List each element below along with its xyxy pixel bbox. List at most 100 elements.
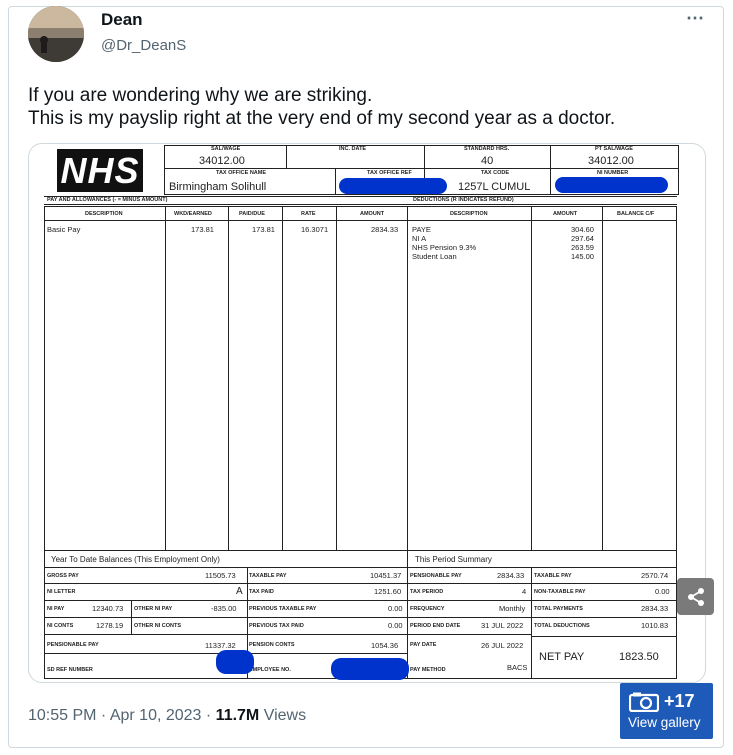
tweet-text-line-2: This is my payslip right at the very end… xyxy=(28,108,616,129)
taxable-pay-value: 10451.37 xyxy=(370,571,402,580)
pay-row-description: Basic Pay xyxy=(47,225,81,234)
deduction-amount: 297.64 xyxy=(571,234,594,243)
total-payments-value: 2834.33 xyxy=(641,604,669,613)
pay-method-label: PAY METHOD xyxy=(410,667,446,673)
tax-code-label: TAX CODE xyxy=(481,170,510,176)
ni-letter-label: NI LETTER xyxy=(47,589,76,595)
tax-office-name-value: Birmingham Solihull xyxy=(169,181,267,193)
net-pay-label: NET PAY xyxy=(539,651,585,663)
payslip-image[interactable]: NHS SAL/WAGE 34012.00 INC. DATE STANDARD… xyxy=(28,143,706,683)
sal-wage-value: 34012.00 xyxy=(199,155,245,167)
payslip: NHS SAL/WAGE 34012.00 INC. DATE STANDARD… xyxy=(41,144,679,680)
pay-section-label: PAY AND ALLOWANCES (- = MINUS AMOUNT) xyxy=(47,197,168,203)
deduction-amount: 263.59 xyxy=(571,243,594,252)
ded-col-balance: BALANCE C/F xyxy=(617,211,655,217)
gross-pay-label: GROSS PAY xyxy=(47,573,79,579)
tax-code-value: 1257L CUMUL xyxy=(458,181,531,193)
pay-date-label: PAY DATE xyxy=(410,642,437,648)
more-options-icon[interactable]: ⋯ xyxy=(686,8,705,29)
taxable-pay-label: TAXABLE PAY xyxy=(249,573,287,579)
tax-office-name-label: TAX OFFICE NAME xyxy=(216,170,267,176)
pay-col-description: DESCRIPTION xyxy=(85,211,123,217)
timestamp[interactable]: 10:55 PM · Apr 10, 2023 · xyxy=(28,707,216,724)
gallery-count: +17 xyxy=(664,691,695,711)
non-taxable-value: 0.00 xyxy=(655,587,670,596)
period-end-label: PERIOD END DATE xyxy=(410,623,461,629)
sd-ref-label: SD REF NUMBER xyxy=(47,667,93,673)
deduction-desc: NI A xyxy=(412,234,427,243)
deduction-desc: PAYE xyxy=(412,225,431,234)
standard-hrs-value: 40 xyxy=(481,155,494,167)
pay-row-paid: 173.81 xyxy=(252,225,275,234)
pension-conts-label: PENSION CONTS xyxy=(249,642,295,648)
tax-office-ref-label: TAX OFFICE REF xyxy=(367,170,412,176)
inc-date-label: INC. DATE xyxy=(339,146,367,152)
prev-tax-value: 0.00 xyxy=(388,621,403,630)
pay-date-value: 26 JUL 2022 xyxy=(481,641,524,650)
pay-col-paid-due: PAID/DUE xyxy=(239,211,265,217)
ni-pay-value: 12340.73 xyxy=(92,604,124,613)
tweet-text-line-1: If you are wondering why we are striking… xyxy=(28,85,373,106)
tax-period-value: 4 xyxy=(522,587,527,596)
pay-row-rate: 16.3071 xyxy=(301,225,329,234)
prev-taxable-value: 0.00 xyxy=(388,604,403,613)
pt-sal-wage-label: PT SAL/WAGE xyxy=(595,146,633,152)
ni-conts-value: 1278.19 xyxy=(96,621,124,630)
pay-col-rate: RATE xyxy=(301,211,316,217)
other-ni-pay-value: -835.00 xyxy=(211,604,237,613)
pay-method-value: BACS xyxy=(507,663,528,672)
nhs-logo: NHS xyxy=(57,149,143,192)
deductions-section-label: DEDUCTIONS (R INDICATES REFUND) xyxy=(413,197,514,203)
pay-row-amount: 2834.33 xyxy=(371,225,399,234)
sal-wage-label: SAL/WAGE xyxy=(211,146,241,152)
tweet-text: If you are wondering why we are striking… xyxy=(28,84,615,130)
camera-icon xyxy=(629,692,659,712)
period-end-value: 31 JUL 2022 xyxy=(481,621,524,630)
deduction-amount: 145.00 xyxy=(571,252,594,261)
redaction-sd-ref xyxy=(216,650,254,674)
ni-number-label: NI NUMBER xyxy=(597,170,629,176)
gross-pay-value: 11505.73 xyxy=(205,571,236,580)
prev-tax-label: PREVIOUS TAX PAID xyxy=(249,623,304,629)
avatar[interactable] xyxy=(28,6,84,62)
ytd-title: Year To Date Balances (This Employment O… xyxy=(51,555,220,564)
frequency-label: FREQUENCY xyxy=(410,606,445,612)
total-payments-label: TOTAL PAYMENTS xyxy=(534,606,583,612)
deduction-desc: Student Loan xyxy=(412,252,457,261)
view-gallery-button[interactable]: +17 View gallery xyxy=(620,683,713,739)
ni-letter-value: A xyxy=(236,586,243,597)
author-handle[interactable]: @Dr_DeanS xyxy=(101,37,186,54)
gallery-label: View gallery xyxy=(628,715,701,730)
share-icon xyxy=(687,587,704,606)
period-title: This Period Summary xyxy=(415,555,492,564)
net-pay-value: 1823.50 xyxy=(619,651,659,663)
deduction-amount: 304.60 xyxy=(571,225,594,234)
ni-conts-label: NI CONTS xyxy=(47,623,74,629)
pt-sal-wage-value: 34012.00 xyxy=(588,155,634,167)
deduction-desc: NHS Pension 9.3% xyxy=(412,243,477,252)
ded-col-description: DESCRIPTION xyxy=(450,211,488,217)
share-button[interactable] xyxy=(677,578,714,615)
period-taxable-label: TAXABLE PAY xyxy=(534,573,572,579)
period-pensionable-value: 2834.33 xyxy=(497,571,525,580)
non-taxable-label: NON-TAXABLE PAY xyxy=(534,589,586,595)
pay-row-wkd: 173.81 xyxy=(191,225,214,234)
frequency-value: Monthly xyxy=(499,604,526,613)
total-deductions-label: TOTAL DEDUCTIONS xyxy=(534,623,590,629)
redaction-ni-number xyxy=(555,177,668,193)
prev-taxable-label: PREVIOUS TAXABLE PAY xyxy=(249,606,317,612)
pensionable-pay-label: PENSIONABLE PAY xyxy=(47,642,99,648)
pension-conts-value: 1054.36 xyxy=(371,641,399,650)
ded-col-amount: AMOUNT xyxy=(553,211,578,217)
pensionable-pay-value: 11337.32 xyxy=(205,641,236,650)
total-deductions-value: 1010.83 xyxy=(641,621,669,630)
tax-paid-value: 1251.60 xyxy=(374,587,402,596)
other-ni-pay-label: OTHER NI PAY xyxy=(134,606,173,612)
other-ni-conts-label: OTHER NI CONTS xyxy=(134,623,182,629)
author-name[interactable]: Dean xyxy=(101,10,143,30)
employee-no-label: EMPLOYEE NO. xyxy=(249,667,291,673)
pay-col-amount: AMOUNT xyxy=(360,211,385,217)
tax-period-label: TAX PERIOD xyxy=(410,589,444,595)
redaction-employee-no xyxy=(331,658,409,680)
ni-pay-label: NI PAY xyxy=(47,606,65,612)
